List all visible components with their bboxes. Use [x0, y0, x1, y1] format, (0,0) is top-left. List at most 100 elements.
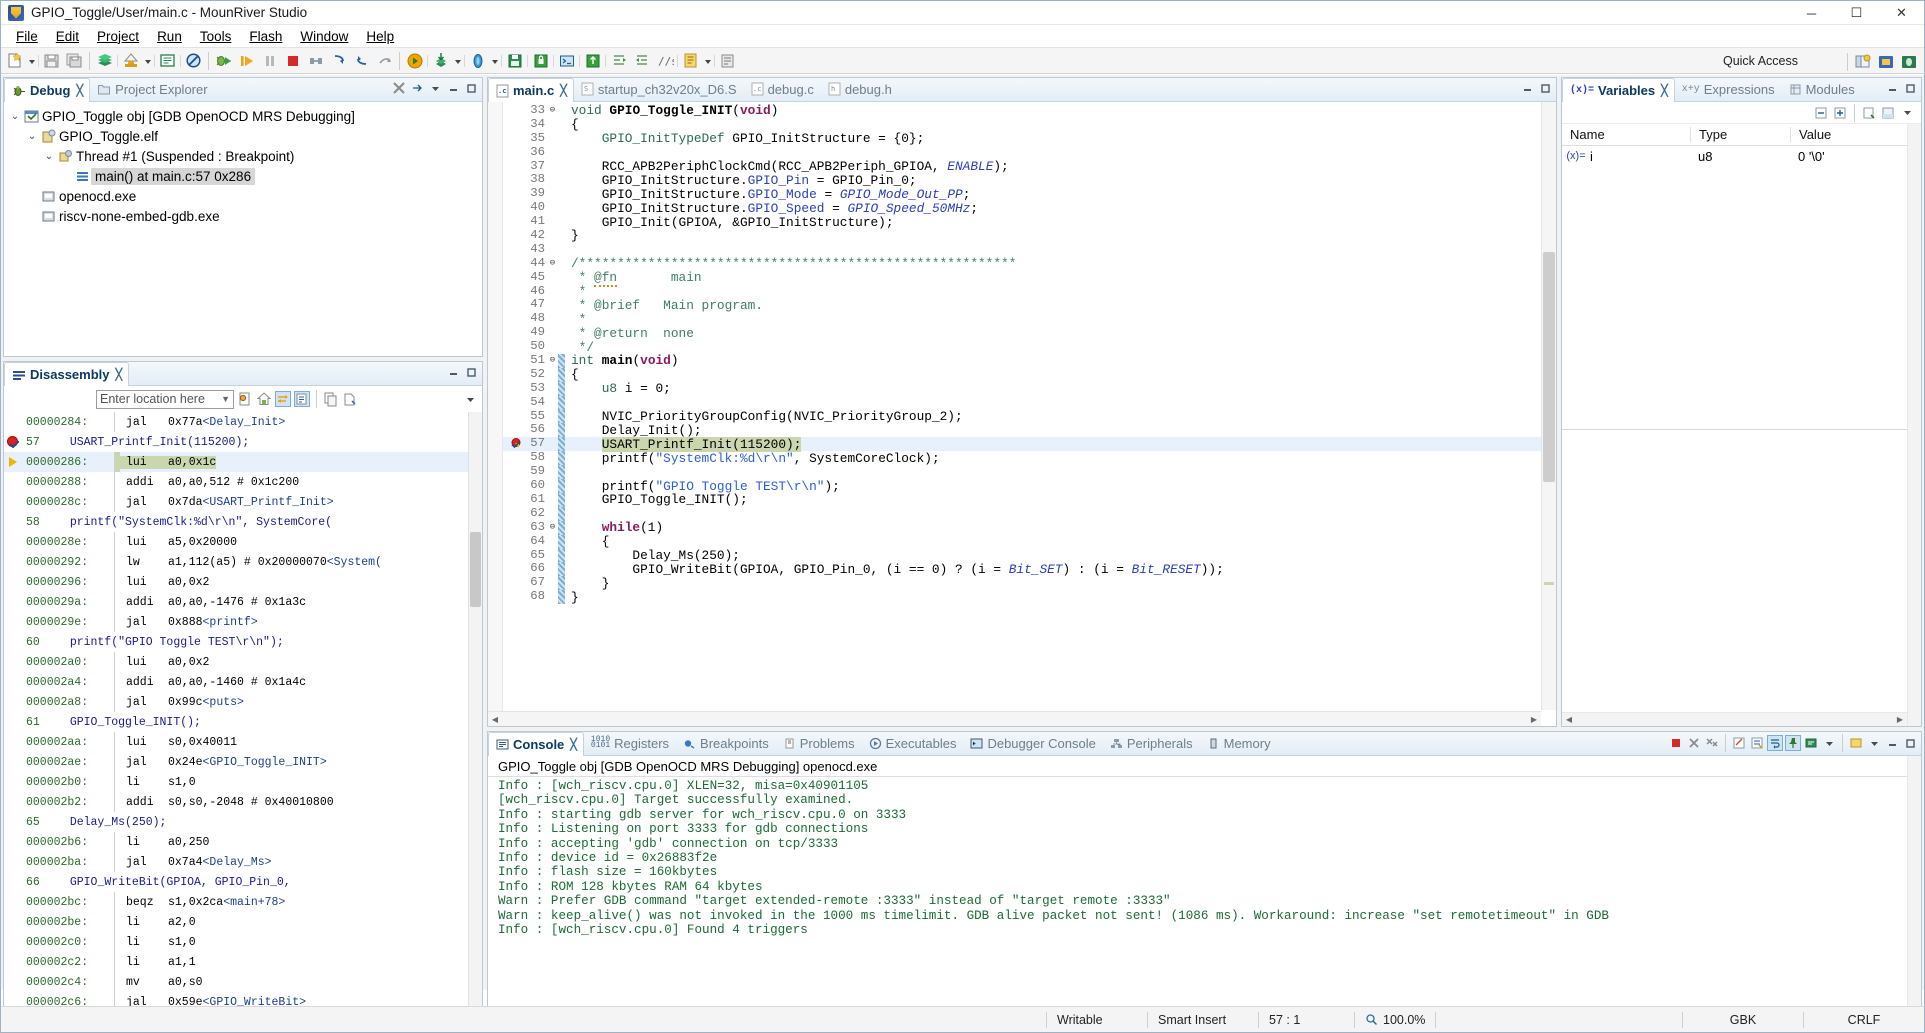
code-line[interactable]: 61 GPIO_Toggle_INIT(); — [503, 492, 1556, 507]
terminate-icon[interactable] — [281, 49, 304, 72]
disassembly-gutter[interactable] — [4, 532, 26, 552]
expand-all-icon[interactable] — [1832, 105, 1848, 121]
perspective-debug-icon[interactable] — [1897, 50, 1920, 73]
tab-debug-c[interactable]: .c debug.c — [744, 78, 821, 101]
breakpoint-with-pc-icon[interactable] — [511, 438, 523, 450]
debug-icon[interactable] — [212, 49, 235, 72]
debug-tree-node[interactable]: ⌄ Thread #1 (Suspended : Breakpoint) — [8, 146, 482, 166]
save-all-icon[interactable] — [63, 49, 86, 72]
code-line[interactable]: 43 — [503, 242, 1556, 257]
column-header-name[interactable]: Name — [1562, 127, 1690, 142]
debug-tree-node[interactable]: ⌄ GPIO_Toggle obj [GDB OpenOCD MRS Debugg… — [8, 106, 482, 126]
disassembly-gutter[interactable] — [4, 412, 26, 432]
disassembly-instruction-row[interactable]: 000002a4: addi a0,a0,-1460 # 0x1a4c — [4, 672, 482, 692]
scroll-lock-icon[interactable] — [1749, 735, 1765, 751]
link-with-editor-icon[interactable] — [237, 391, 253, 407]
disassembly-instruction-row[interactable]: 000002c2: li a1,1 — [4, 952, 482, 972]
code-line[interactable]: 65 Delay_Ms(250); — [503, 548, 1556, 563]
build-icon[interactable] — [93, 49, 116, 72]
menu-run[interactable]: Run — [148, 27, 191, 46]
scroll-right-arrow-icon[interactable]: ▶ — [1527, 715, 1541, 724]
code-line[interactable]: 55 NVIC_PriorityGroupConfig(NVIC_Priorit… — [503, 409, 1556, 424]
chevron-down-icon[interactable]: ⌄ — [8, 111, 22, 122]
disassembly-instruction-row[interactable]: 0000028e: lui a5,0x20000 — [4, 532, 482, 552]
tab-disassembly[interactable]: Disassembly ╳ — [4, 362, 130, 386]
code-line[interactable]: 57 USART_Printf_Init(115200); — [503, 436, 1556, 452]
code-line[interactable]: 58 printf("SystemClk:%d\r\n", SystemCore… — [503, 450, 1556, 465]
disassembly-source-row[interactable]: 58 printf("SystemClk:%d\r\n", SystemCore( — [4, 512, 482, 532]
variables-detail-splitter[interactable] — [1562, 429, 1921, 430]
menu-tools[interactable]: Tools — [191, 27, 241, 46]
disassembly-gutter[interactable] — [4, 572, 26, 592]
disassembly-instruction-row[interactable]: 0000029a: addi a0,a0,-1476 # 0x1a3c — [4, 592, 482, 612]
console-icon[interactable] — [156, 49, 179, 72]
tab-main-c-close-icon[interactable]: ╳ — [560, 84, 567, 97]
disassembly-instruction-row[interactable]: 0000029e: jal 0x888 <printf> — [4, 612, 482, 632]
editor-scrollbar-horizontal[interactable]: ◀ ▶ — [488, 711, 1541, 726]
variables-view-menu-icon[interactable] — [1899, 105, 1915, 121]
open-type-dropdown-arrow[interactable] — [702, 49, 713, 72]
menu-edit[interactable]: Edit — [47, 27, 88, 46]
fold-collapse-icon[interactable]: ⊖ — [547, 257, 558, 271]
outdent-icon[interactable] — [630, 49, 653, 72]
disassembly-gutter[interactable] — [4, 872, 26, 892]
code-line[interactable]: 60 printf("GPIO Toggle TEST\r\n"); — [503, 478, 1556, 493]
download-dropdown-arrow[interactable] — [452, 49, 463, 72]
code-line[interactable]: 59 — [503, 464, 1556, 480]
open-file-icon[interactable] — [342, 391, 358, 407]
new-file-dropdown-arrow[interactable] — [26, 49, 37, 72]
open-console-dropdown-icon[interactable] — [1821, 735, 1837, 751]
cancel-build-icon[interactable] — [182, 49, 205, 72]
disassembly-instruction-row[interactable]: 000002a0: lui a0,0x2 — [4, 652, 482, 672]
disassembly-gutter[interactable] — [4, 812, 26, 832]
variables-scrollbar-horizontal[interactable]: ◀ ▶ — [1562, 712, 1907, 726]
minimize-view-icon[interactable] — [1519, 80, 1535, 96]
variables-row[interactable]: (x)= i u8 0 '\0' — [1562, 146, 1921, 166]
disassembly-source-row[interactable]: 61 GPIO_Toggle_INIT(); — [4, 712, 482, 732]
disassembly-instruction-row[interactable]: 000002b2: addi s0,s0,-2048 # 0x40010800 — [4, 792, 482, 812]
disassembly-instruction-row[interactable]: 000002b6: li a0,250 — [4, 832, 482, 852]
disassembly-gutter[interactable] — [4, 692, 26, 712]
fold-collapse-icon[interactable]: ⊖ — [547, 354, 558, 368]
editor-scrollbar-vertical[interactable] — [1541, 102, 1556, 710]
tab-debug-h[interactable]: h debug.h — [821, 78, 899, 101]
disassembly-instruction-row[interactable]: 00000284: jal 0x77a <Delay_Init> — [4, 412, 482, 432]
disassembly-gutter[interactable] — [4, 712, 26, 732]
new-file-icon[interactable] — [3, 49, 26, 72]
open-type-icon[interactable] — [679, 49, 702, 72]
code-line[interactable]: 40 GPIO_InitStructure.GPIO_Speed = GPIO_… — [503, 200, 1556, 215]
suspend-icon[interactable] — [258, 49, 281, 72]
debug-tree-node[interactable]: openocd.exe — [8, 186, 482, 206]
terminate-console-icon[interactable] — [1668, 735, 1684, 751]
code-line[interactable]: 52 { — [503, 367, 1556, 382]
disassembly-gutter[interactable] — [4, 672, 26, 692]
close-button[interactable]: ✕ — [1879, 1, 1924, 25]
add-watch-icon[interactable] — [1861, 105, 1877, 121]
tab-debugger-console[interactable]: Debugger Console — [963, 732, 1102, 755]
run-icon[interactable] — [403, 49, 426, 72]
code-line[interactable]: 66 GPIO_WriteBit(GPIOA, GPIO_Pin_0, (i =… — [503, 561, 1556, 576]
tab-registers[interactable]: 1010 0101 Registers — [584, 732, 676, 755]
disassembly-instruction-row[interactable]: 000002aa: lui s0,0x40011 — [4, 732, 482, 752]
tab-debug-close-icon[interactable]: ╳ — [76, 84, 83, 97]
search-toolbar-icon[interactable] — [716, 49, 739, 72]
disassembly-gutter[interactable] — [4, 552, 26, 572]
disconnect-icon[interactable] — [304, 49, 327, 72]
disassembly-instruction-row[interactable]: 000002a8: jal 0x99c <puts> — [4, 692, 482, 712]
remove-all-terminated-icon[interactable] — [1704, 735, 1720, 751]
tab-project-explorer[interactable]: Project Explorer — [90, 78, 214, 101]
code-line[interactable]: 46 * — [503, 284, 1556, 299]
chevron-down-icon[interactable]: ⌄ — [25, 131, 39, 142]
code-line[interactable]: 45 * @fn main — [503, 270, 1556, 288]
build-dropdown-arrow[interactable] — [142, 49, 153, 72]
code-line[interactable]: 62 — [503, 506, 1556, 521]
maximize-view-icon[interactable] — [463, 80, 479, 96]
disassembly-gutter[interactable] — [4, 752, 26, 772]
disassembly-instruction-row[interactable]: 00000286: lui a0,0x1c — [4, 452, 482, 472]
debug-view-settings-icon[interactable] — [409, 80, 425, 96]
disassembly-gutter[interactable] — [4, 932, 26, 952]
minimize-view-icon[interactable] — [1884, 80, 1900, 96]
open-perspective-icon[interactable] — [1851, 50, 1874, 73]
editor-annotation-ruler[interactable] — [488, 102, 503, 726]
tab-console-close-icon[interactable]: ╳ — [570, 738, 577, 751]
